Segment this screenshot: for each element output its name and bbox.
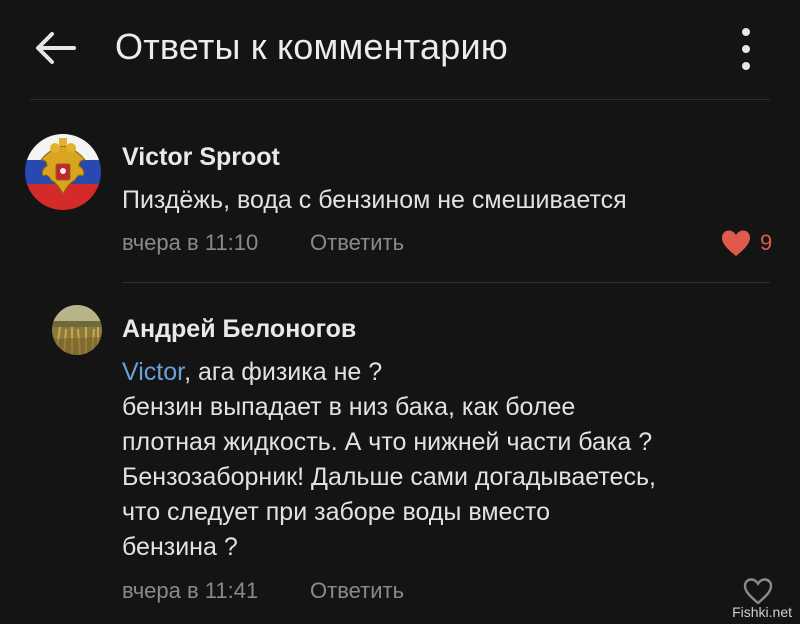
header-divider [30,99,770,100]
avatar[interactable] [52,305,102,355]
app-header: Ответы к комментарию [0,0,800,100]
comment-line: бензин выпадает в низ бака, как более [122,393,576,421]
more-menu-button[interactable] [728,25,764,73]
comment-timestamp: вчера в 11:10 [122,230,259,255]
heart-filled-icon [722,230,750,256]
like-count: 9 [760,230,773,255]
mention-link[interactable]: Victor [122,358,184,386]
like-button[interactable] [720,228,752,258]
comment-timestamp: вчера в 11:41 [122,578,259,603]
russian-coat-of-arms-avatar [25,134,101,210]
comment-line: Бензозаборник! Дальше сами догадываетесь… [122,463,656,491]
avatar[interactable] [25,134,101,210]
comment-line-text: , ага физика не ? [184,358,383,386]
comment-text: Victor, ага физика не ? бензин выпадает … [122,355,656,565]
more-dot-icon [742,28,750,36]
page-title: Ответы к комментарию [115,26,508,67]
reply-button[interactable]: Ответить [310,578,404,604]
comment-author[interactable]: Андрей Белоногов [122,315,356,344]
reply-button[interactable]: Ответить [310,230,404,256]
watermark: Fishki.net [732,604,792,620]
more-dot-icon [742,45,750,53]
back-button[interactable] [30,28,80,68]
like-button[interactable] [742,576,774,606]
comment-author[interactable]: Victor Sproot [122,143,280,172]
more-dot-icon [742,62,750,70]
comment-line: Victor, ага физика не ? [122,355,656,390]
wheat-field-avatar [52,305,102,355]
comment-text: Пиздёжь, вода с бензином не смешивается [122,186,627,214]
heart-outline-icon [743,578,773,605]
comment-line: плотная жидкость. А что нижней части бак… [122,428,653,456]
comment-line: бензина ? [122,533,238,561]
comment-divider [122,282,770,283]
arrow-left-icon [36,32,76,64]
comment-line: что следует при заборе воды вместо [122,498,550,526]
